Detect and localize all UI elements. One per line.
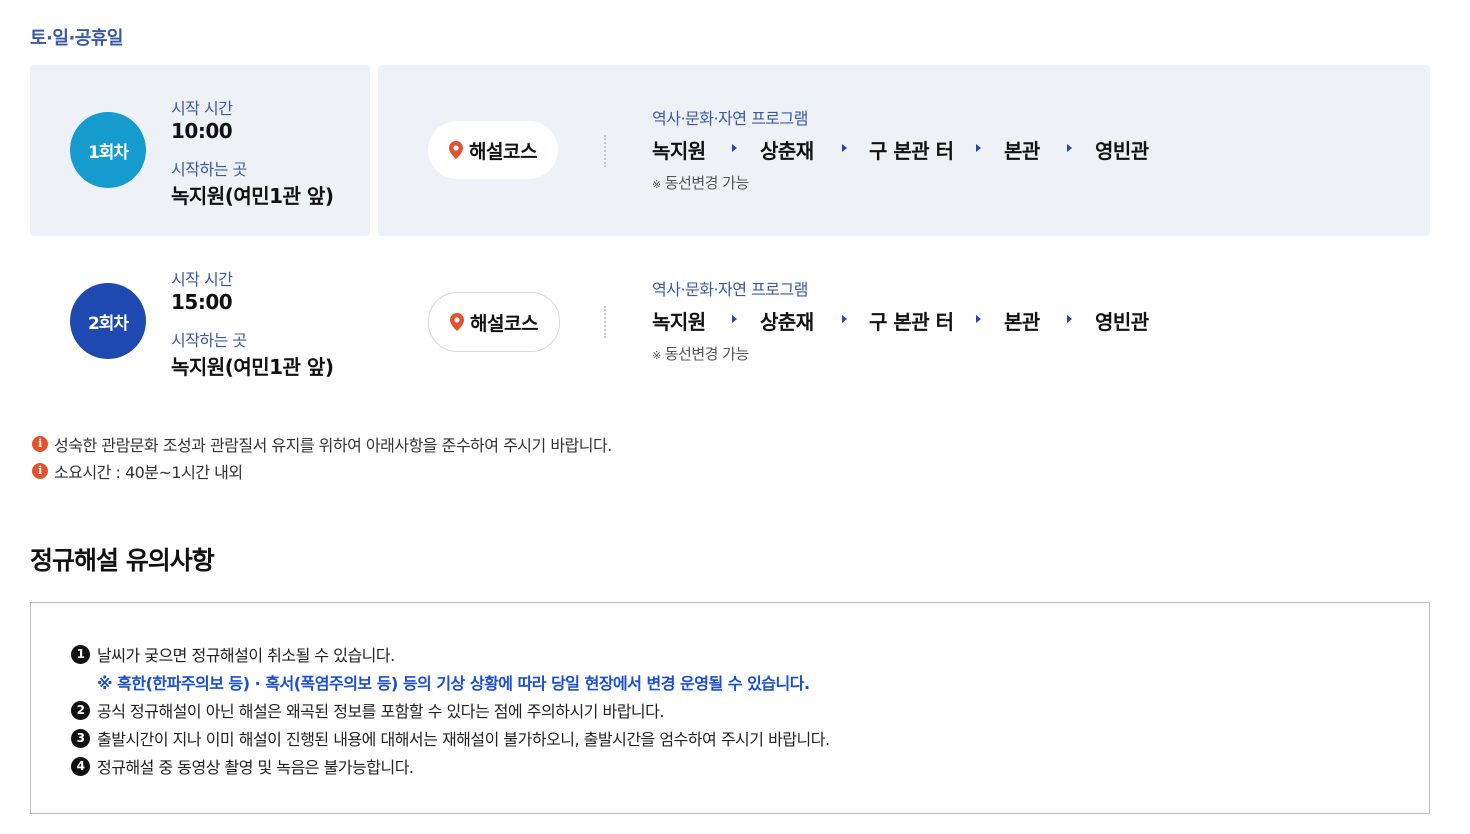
start-time: 15:00 <box>171 290 233 314</box>
route-arrow-icon <box>976 144 981 152</box>
section-title: 정규해설 유의사항 <box>30 546 215 575</box>
caution-text: 출발시간이 지나 이미 해설이 진행된 내용에 대해서는 재해설이 불가하오니,… <box>97 730 830 749</box>
start-place: 녹지원(여민1관 앞) <box>171 355 334 379</box>
route-arrow-icon <box>732 144 737 152</box>
route-stop: 영빈관 <box>1095 310 1149 334</box>
location-pin-icon <box>450 313 465 331</box>
divider <box>604 135 606 167</box>
route-stop: 녹지원 <box>652 139 706 163</box>
start-place-label: 시작하는 곳 <box>171 160 247 179</box>
program-name: 역사·문화·자연 프로그램 <box>652 109 808 128</box>
route-stop: 상춘재 <box>760 139 814 163</box>
notice-text: 성숙한 관람문화 조성과 관람질서 유지를 위하여 아래사항을 준수하여 주시기… <box>54 435 612 455</box>
session-info-panel: 1회차 시작 시간 10:00 시작하는 곳 녹지원(여민1관 앞) <box>30 65 370 236</box>
route-note: ※ 동선변경 가능 <box>652 343 749 364</box>
start-place-label: 시작하는 곳 <box>171 331 247 350</box>
notice-item: i 소요시간 : 40분~1시간 내외 <box>32 457 612 484</box>
caution-text: 정규해설 중 동영상 촬영 및 녹음은 불가능합니다. <box>97 758 414 777</box>
note-mark: ※ <box>652 178 661 191</box>
location-pin-icon <box>449 141 464 159</box>
session-badge: 1회차 <box>70 112 146 188</box>
route: 녹지원 상춘재 구 본관 터 본관 영빈관 <box>652 306 1352 334</box>
caution-item: 4 정규해설 중 동영상 촬영 및 녹음은 불가능합니다. <box>71 754 414 778</box>
course-panel: 해설코스 역사·문화·자연 프로그램 녹지원 상춘재 구 본관 터 본관 영빈관… <box>378 236 1430 407</box>
route-stop: 구 본관 터 <box>869 139 954 163</box>
note-text: 동선변경 가능 <box>664 345 750 363</box>
caution-item: 1 날씨가 궂으면 정규해설이 취소될 수 있습니다. <box>71 642 395 666</box>
session-row: 2회차 시작 시간 15:00 시작하는 곳 녹지원(여민1관 앞) 해설코스 … <box>30 236 1430 407</box>
caution-box: 1 날씨가 궂으면 정규해설이 취소될 수 있습니다. ※ 혹한(한파주의보 등… <box>30 602 1430 814</box>
course-label: 해설코스 <box>469 140 537 163</box>
number-4-icon: 4 <box>71 756 90 776</box>
course-button[interactable]: 해설코스 <box>428 292 560 352</box>
notice-item: i 성숙한 관람문화 조성과 관람질서 유지를 위하여 아래사항을 준수하여 주… <box>32 430 612 457</box>
route-stop: 영빈관 <box>1095 139 1149 163</box>
route-note: ※ 동선변경 가능 <box>652 172 749 193</box>
route-arrow-icon <box>732 315 737 323</box>
route-arrow-icon <box>842 144 847 152</box>
route-arrow-icon <box>1067 144 1072 152</box>
program-name: 역사·문화·자연 프로그램 <box>652 280 808 299</box>
caution-sub-note: ※ 혹한(한파주의보 등) · 혹서(폭염주의보 등) 등의 기상 상황에 따라… <box>97 674 810 693</box>
route: 녹지원 상춘재 구 본관 터 본관 영빈관 <box>652 135 1352 163</box>
info-icon: i <box>32 462 48 479</box>
info-icon: i <box>32 435 48 452</box>
number-3-icon: 3 <box>71 728 90 748</box>
route-stop: 녹지원 <box>652 310 706 334</box>
start-time-label: 시작 시간 <box>171 270 233 289</box>
notice-text: 소요시간 : 40분~1시간 내외 <box>54 462 243 482</box>
course-label: 해설코스 <box>470 312 538 335</box>
caution-text: 공식 정규해설이 아닌 해설은 왜곡된 정보를 포함할 수 있다는 점에 주의하… <box>97 702 664 721</box>
route-arrow-icon <box>1067 315 1072 323</box>
note-mark: ※ <box>652 349 661 362</box>
note-text: 동선변경 가능 <box>664 174 750 192</box>
session-info-panel: 2회차 시작 시간 15:00 시작하는 곳 녹지원(여민1관 앞) <box>30 236 370 407</box>
start-time-label: 시작 시간 <box>171 99 233 118</box>
start-time: 10:00 <box>171 119 233 143</box>
caution-text: 날씨가 궂으면 정규해설이 취소될 수 있습니다. <box>97 646 395 665</box>
course-panel: 해설코스 역사·문화·자연 프로그램 녹지원 상춘재 구 본관 터 본관 영빈관… <box>378 65 1430 236</box>
session-badge: 2회차 <box>70 283 146 359</box>
caution-item: 3 출발시간이 지나 이미 해설이 진행된 내용에 대해서는 재해설이 불가하오… <box>71 726 830 750</box>
route-arrow-icon <box>976 315 981 323</box>
session-row: 1회차 시작 시간 10:00 시작하는 곳 녹지원(여민1관 앞) 해설코스 … <box>30 65 1430 236</box>
route-stop: 본관 <box>1004 139 1040 163</box>
divider <box>604 306 606 338</box>
number-2-icon: 2 <box>71 700 90 720</box>
day-title: 토·일·공휴일 <box>30 28 123 49</box>
number-1-icon: 1 <box>71 644 90 664</box>
course-button[interactable]: 해설코스 <box>428 121 558 179</box>
caution-item: 2 공식 정규해설이 아닌 해설은 왜곡된 정보를 포함할 수 있다는 점에 주… <box>71 698 664 722</box>
start-place: 녹지원(여민1관 앞) <box>171 184 334 208</box>
route-arrow-icon <box>842 315 847 323</box>
route-stop: 본관 <box>1004 310 1040 334</box>
route-stop: 구 본관 터 <box>869 310 954 334</box>
notice-list: i 성숙한 관람문화 조성과 관람질서 유지를 위하여 아래사항을 준수하여 주… <box>32 430 612 484</box>
route-stop: 상춘재 <box>760 310 814 334</box>
